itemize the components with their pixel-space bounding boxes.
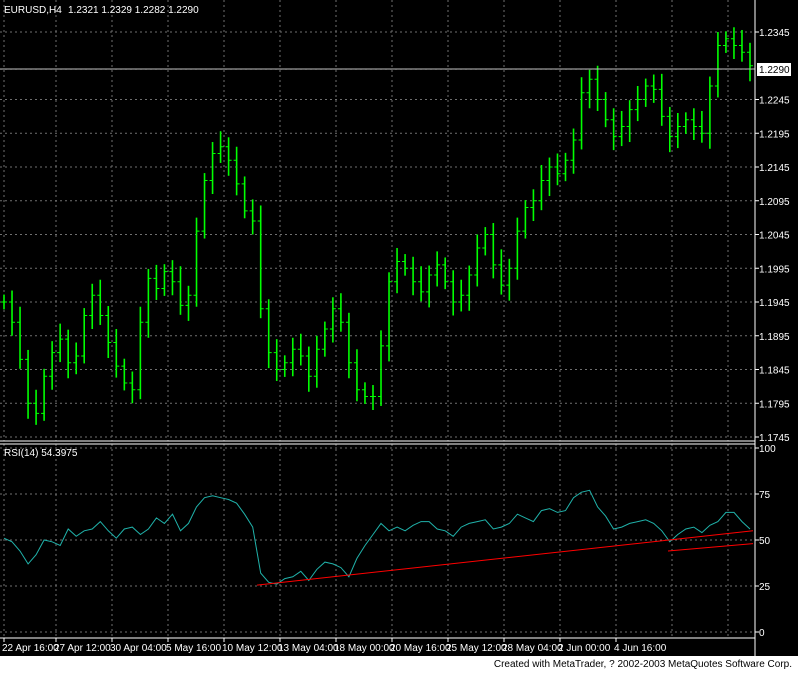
price-tick-label: 1.2195 xyxy=(759,129,790,140)
rsi-tick-label: 25 xyxy=(759,582,771,593)
rsi-tick-label: 50 xyxy=(759,536,771,547)
time-tick-label: 28 May 04:00 xyxy=(502,643,563,654)
price-tick-label: 1.2045 xyxy=(759,231,790,242)
footer-credit: Created with MetaTrader, ? 2002-2003 Met… xyxy=(493,659,792,670)
price-tick-label: 1.1745 xyxy=(759,433,790,444)
time-tick-label: 22 Apr 16:00 xyxy=(2,643,59,654)
price-tick-label: 1.2245 xyxy=(759,96,790,107)
price-tick-label: 1.1895 xyxy=(759,332,790,343)
current-price-label: 1.2290 xyxy=(759,65,790,76)
price-tick-label: 1.2145 xyxy=(759,163,790,174)
ohlc-readout: 1.2321 1.2329 1.2282 1.2290 xyxy=(68,5,199,16)
footer: Created with MetaTrader, ? 2002-2003 Met… xyxy=(0,656,798,675)
time-tick-label: 27 Apr 12:00 xyxy=(54,643,111,654)
rsi-tick-label: 100 xyxy=(759,444,776,455)
price-tick-label: 1.2345 xyxy=(759,28,790,39)
time-tick-label: 13 May 04:00 xyxy=(278,643,339,654)
rsi-label: RSI(14) 54.3975 xyxy=(4,448,78,459)
price-tick-label: 1.1845 xyxy=(759,366,790,377)
metatrader-chart[interactable]: 1.2345 1.2245 1.2195 1.2145 1.2095 1.2045 1.19… xyxy=(0,0,798,675)
symbol-header: EURUSD,H4 xyxy=(4,5,62,16)
price-tick-label: 1.1795 xyxy=(759,399,790,410)
time-tick-label: 30 Apr 04:00 xyxy=(110,643,167,654)
time-tick-label: 10 May 12:00 xyxy=(222,643,283,654)
time-tick-label: 2 Jun 00:00 xyxy=(558,643,611,654)
price-tick-label: 1.1945 xyxy=(759,298,790,309)
time-tick-label: 5 May 16:00 xyxy=(166,643,221,654)
time-tick-label: 4 Jun 16:00 xyxy=(614,643,667,654)
price-tick-label: 1.2095 xyxy=(759,197,790,208)
time-tick-label: 25 May 12:00 xyxy=(446,643,507,654)
time-tick-label: 18 May 00:00 xyxy=(334,643,395,654)
rsi-tick-label: 75 xyxy=(759,490,771,501)
price-tick-label: 1.1995 xyxy=(759,264,790,275)
main-chart-background[interactable] xyxy=(0,0,798,656)
time-tick-label: 20 May 16:00 xyxy=(390,643,451,654)
rsi-tick-label: 0 xyxy=(759,628,765,639)
